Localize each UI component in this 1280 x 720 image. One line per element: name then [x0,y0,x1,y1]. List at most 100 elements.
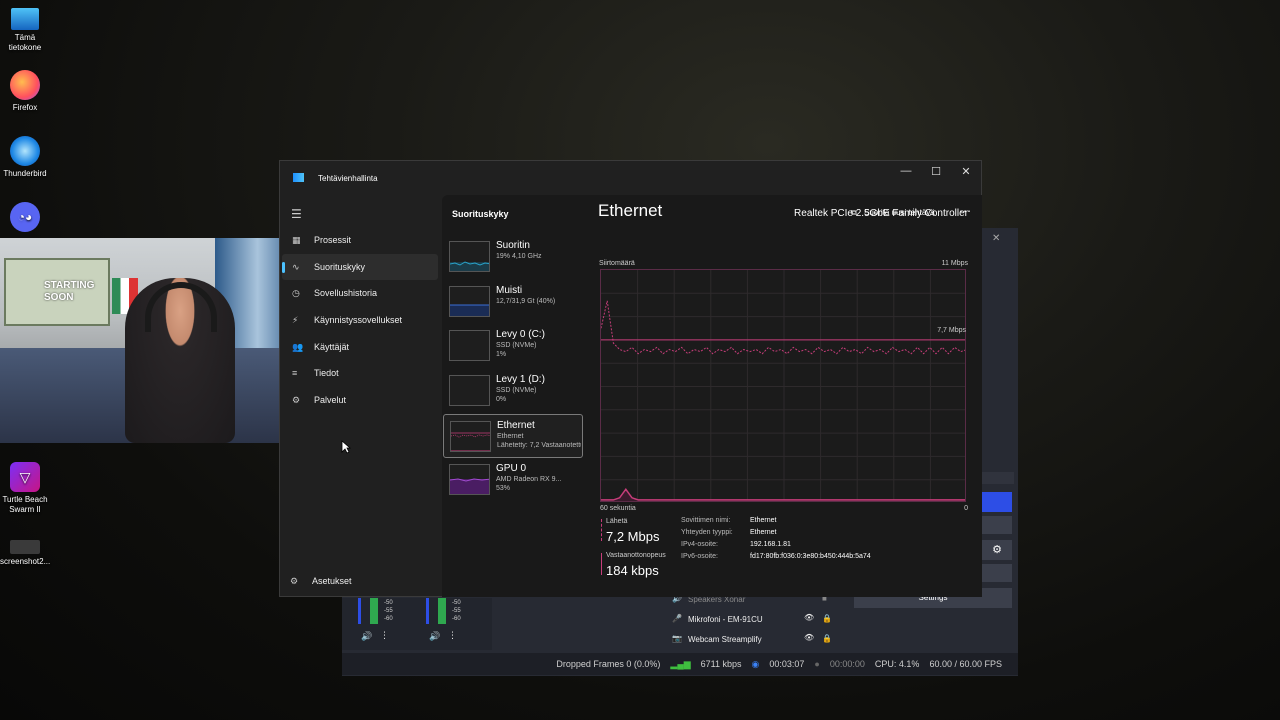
desktop-icon-label: Firefox [12,103,38,112]
level-label: -50 [452,600,461,606]
nav-label: Sovellushistoria [314,288,378,299]
ethernet-sparkline [451,432,490,451]
resource-item-gpu-0[interactable]: GPU 0 AMD Radeon RX 9... 53% [443,458,583,503]
source-row[interactable]: 📷 Webcam Streamplify 👁 🔒 [668,632,838,648]
startup-apps-icon: ⚡ [292,315,299,326]
resource-item-disk-1[interactable]: Levy 1 (D:) SSD (NVMe) 0% [443,369,583,414]
info-row: Yhteyden tyyppi: Ethernet [681,529,776,536]
nav-label: Tiedot [314,368,339,379]
speaker-icon[interactable]: 🔊 [429,631,440,642]
lock-icon[interactable]: 🔒 [822,614,832,623]
nav-item-app-history[interactable]: ◷ Sovellushistoria [282,280,438,307]
obs-active-button[interactable] [982,492,1012,512]
source-row[interactable]: 🎤 Mikrofoni - EM-91CU 👁 🔒 [668,612,838,628]
more-options-icon[interactable]: ⋮ [448,630,457,641]
nav-item-details[interactable]: ≡ Tiedot [282,360,438,387]
resource-item-memory[interactable]: Muisti 12,7/31,9 Gt (40%) [443,280,583,325]
desktop-icon-turtle-beach[interactable]: ▽ Turtle Beach Swarm II [0,462,50,515]
desktop-icon-screenshot[interactable]: screenshot2... [0,540,50,567]
performance-icon: ∿ [292,261,300,272]
sign-text: STARTING SOON [44,280,95,303]
task-manager-logo-icon [293,173,304,182]
processes-icon: ▦ [292,235,301,245]
eye-icon[interactable]: 👁 [804,613,814,622]
receive-value: 184 kbps [606,563,659,578]
info-value: fd17:80fb:f036:0:3e80:b450:444b:5a74 [750,553,871,560]
close-button[interactable]: ✕ [952,165,980,178]
settings-label: Asetukset [312,576,352,586]
level-label: -55 [384,608,393,614]
microphone-icon: 🎤 [672,614,682,623]
obs-mixer-channel: -50 -55 -60 🔊 ⋮ [358,598,418,648]
obs-source-list: 🔊 Speakers Xonar ■ 🎤 Mikrofoni - EM-91CU… [668,592,838,648]
services-icon: ⚙ [292,395,301,406]
resource-name: Levy 1 (D:) [496,374,545,386]
time-axis-label: 60 sekuntia [600,505,636,512]
level-meter-bar [438,598,446,624]
turtle-beach-icon: ▽ [10,462,40,492]
nav-item-startup-apps[interactable]: ⚡ Käynnistyssovellukset [282,307,438,334]
info-key: IPv4-osoite: [681,541,718,548]
page-title: Suorituskyky [452,209,509,219]
obs-panel-header [978,472,1014,484]
nav-item-services[interactable]: ⚙ Palvelut [282,387,438,414]
resource-detail: 12,7/31,9 Gt (40%) [496,297,556,305]
hamburger-menu-icon[interactable]: ☰ [291,207,302,221]
send-value: 7,2 Mbps [606,529,660,544]
send-legend-marker [601,519,602,541]
level-label: -60 [452,616,461,622]
lock-icon[interactable]: 🔒 [822,634,832,643]
resource-thumbnail [449,241,490,272]
throughput-label: Siirtomäärä [599,260,635,267]
monitor-icon [11,8,39,30]
resource-detail: Ethernet [497,432,524,440]
resource-usage: 0% [496,396,507,404]
minimize-button[interactable]: — [892,165,920,177]
discord-icon: ◔◕ [10,202,40,232]
resource-item-ethernet[interactable]: Ethernet Ethernet Lähetetty: 7,2 Vastaan… [443,413,583,459]
resource-thumbnail [450,420,491,452]
close-icon[interactable]: ✕ [992,233,1000,244]
starting-soon-sign: STARTING SOON [4,258,110,326]
resource-usage: 53% [496,485,511,493]
task-manager-window: Tehtävienhallinta — ☐ ✕ ☰ ▦ Prosessit ∿ Su… [279,160,982,597]
window-title: Tehtävienhallinta [318,174,378,183]
info-row: IPv6-osoite: fd17:80fb:f036:0:3e80:b450:4… [681,553,871,560]
resource-item-disk-0[interactable]: Levy 0 (C:) SSD (NVMe) 1% [443,324,583,369]
record-indicator-icon: ● [814,659,820,669]
maximize-button[interactable]: ☐ [922,165,950,178]
nav-item-settings[interactable]: ⚙ Asetukset [290,576,352,587]
desktop-icon-this-pc[interactable]: Tämä tietokone [0,8,50,53]
desktop-icon-thunderbird[interactable]: Thunderbird [0,136,50,179]
resource-item-cpu[interactable]: Suoritin 19% 4,10 GHz [443,235,583,280]
zero-axis-label: 0 [964,505,968,512]
resource-detail: 19% 4,10 GHz [496,253,542,260]
speaker-icon[interactable]: 🔊 [361,631,372,642]
resource-usage: Lähetetty: 7,2 Vastaanotettu: 184 kbps [497,441,581,449]
desktop-icon-label: Thunderbird [3,169,47,178]
adapter-name: Realtek PCIe 2.5GbE Family Controller [794,208,968,219]
details-icon: ≡ [292,368,298,379]
info-value: Ethernet [750,517,777,524]
chart-svg [601,270,965,501]
nav-item-users[interactable]: 👥 Käyttäjät [282,334,438,361]
nav-item-processes[interactable]: ▦ Prosessit [282,227,438,254]
obs-settings-gear-button[interactable]: ⚙ [982,540,1012,560]
title-bar[interactable]: Tehtävienhallinta — ☐ ✕ [280,161,981,195]
obs-button[interactable] [982,516,1012,534]
level-meter-bar [426,598,429,624]
desktop-icon-firefox[interactable]: Firefox [0,70,50,113]
stream-indicator-icon: ◉ [751,658,760,669]
level-label: -50 [384,600,393,606]
more-options-icon[interactable]: ⋮ [380,630,389,641]
resource-name: GPU 0 [496,463,527,475]
obs-button[interactable] [982,564,1012,582]
signal-bars-icon: ▂▄▆ [670,658,691,669]
info-key: IPv6-osoite: [681,553,718,560]
desktop-icon-discord[interactable]: ◔◕ [0,202,50,235]
eye-icon[interactable]: 👁 [804,633,814,642]
nav-item-performance[interactable]: ∿ Suorituskyky [282,253,438,281]
gpu-sparkline [450,478,489,495]
record-time-text: 00:00:00 [829,659,865,669]
resource-name: Levy 0 (C:) [496,329,545,341]
